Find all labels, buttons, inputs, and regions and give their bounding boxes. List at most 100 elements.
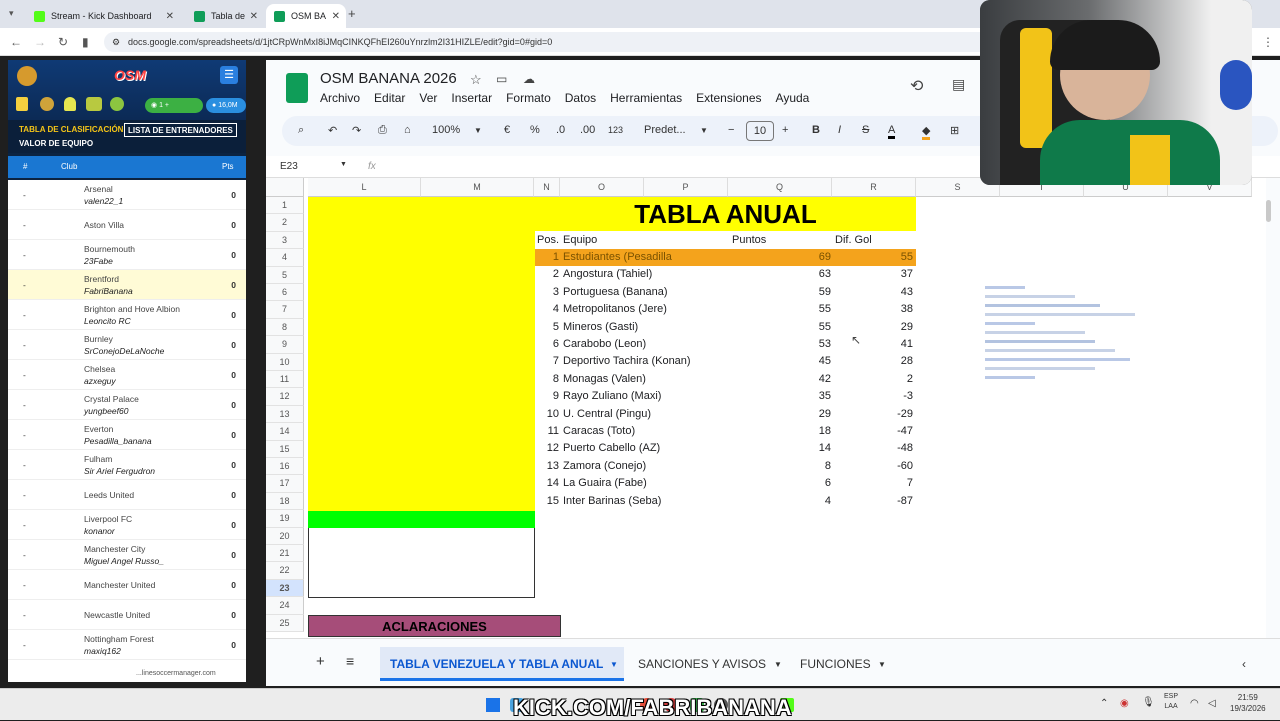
table-row[interactable]: - Manchester United 0 xyxy=(8,570,246,600)
number-format-button[interactable]: 123 xyxy=(608,125,623,135)
header-team[interactable]: Equipo xyxy=(563,232,597,249)
team-pos[interactable]: 13 xyxy=(535,458,559,475)
menu-ayuda[interactable]: Ayuda xyxy=(776,91,810,105)
standings-row[interactable]: 4 Metropolitanos (Jere) 55 38 xyxy=(535,301,916,318)
history-icon[interactable]: ⟲ xyxy=(910,76,923,96)
table-row[interactable]: - Brighton and Hove Albion Leoncito RC 0 xyxy=(8,300,246,330)
standings-row[interactable]: 1 Estudiantes (Pesadilla 69 55 xyxy=(535,249,916,266)
club-name[interactable]: Manchester United xyxy=(84,580,155,590)
team-diff[interactable]: 28 xyxy=(835,353,913,370)
team-points[interactable]: 45 xyxy=(735,353,831,370)
close-icon[interactable]: ✕ xyxy=(250,11,258,22)
table-row[interactable]: - Brentford FabriBanana 0 xyxy=(8,270,246,300)
manager-name[interactable]: Miguel Angel Russo_ xyxy=(84,556,164,566)
team-pos[interactable]: 11 xyxy=(535,423,559,440)
clock[interactable]: 21:59 19/3/2026 xyxy=(1230,692,1266,714)
team-pos[interactable]: 9 xyxy=(535,388,559,405)
table-row[interactable]: - Burnley SrConejoDeLaNoche 0 xyxy=(8,330,246,360)
standings-row[interactable]: 11 Caracas (Toto) 18 -47 xyxy=(535,423,916,440)
club-name[interactable]: Burnley xyxy=(84,334,113,344)
club-name[interactable]: Manchester City xyxy=(84,544,145,554)
undo-icon[interactable]: ↶ xyxy=(328,124,337,137)
team-points[interactable]: 55 xyxy=(735,301,831,318)
team-diff[interactable]: -60 xyxy=(835,458,913,475)
team-name[interactable]: Carabobo (Leon) xyxy=(563,336,646,353)
menu-herramientas[interactable]: Herramientas xyxy=(610,91,682,105)
volume-icon[interactable]: ◁ xyxy=(1208,698,1216,709)
font-size-input[interactable]: 10 xyxy=(746,121,774,141)
row-header[interactable]: 21 xyxy=(266,545,304,563)
avatar[interactable] xyxy=(17,66,37,86)
team-pos[interactable]: 14 xyxy=(535,475,559,492)
team-name[interactable]: Mineros (Gasti) xyxy=(563,319,638,336)
tab-valor-equipo[interactable]: VALOR DE EQUIPO xyxy=(16,137,96,151)
team-points[interactable]: 18 xyxy=(735,423,831,440)
trophy-icon[interactable] xyxy=(16,97,28,111)
name-box[interactable]: E23 xyxy=(280,161,298,172)
chevron-down-icon[interactable]: ▼ xyxy=(474,126,482,135)
star-icon[interactable]: ☆ xyxy=(470,72,482,88)
row-header[interactable]: 24 xyxy=(266,597,304,615)
team-diff[interactable]: 43 xyxy=(835,284,913,301)
club-name[interactable]: Brighton and Hove Albion xyxy=(84,304,180,314)
team-diff[interactable]: 29 xyxy=(835,319,913,336)
row-header[interactable]: 19 xyxy=(266,510,304,528)
team-name[interactable]: Puerto Cabello (AZ) xyxy=(563,440,660,457)
row-header[interactable]: 23 xyxy=(266,579,304,598)
row-header[interactable]: 17 xyxy=(266,475,304,493)
table-title[interactable]: TABLA ANUAL xyxy=(535,197,916,231)
standings-row[interactable]: 15 Inter Barinas (Seba) 4 -87 xyxy=(535,493,916,510)
team-points[interactable]: 59 xyxy=(735,284,831,301)
manager-name[interactable]: 23Fabe xyxy=(84,256,113,266)
strikethrough-icon[interactable]: S xyxy=(862,124,869,136)
club-name[interactable]: Everton xyxy=(84,424,113,434)
chevron-down-icon[interactable]: ▼ xyxy=(700,126,708,135)
manager-name[interactable]: Leoncito RC xyxy=(84,316,131,326)
team-diff[interactable]: -87 xyxy=(835,493,913,510)
reload-icon[interactable]: ↻ xyxy=(58,35,68,49)
team-pos[interactable]: 4 xyxy=(535,301,559,318)
team-points[interactable]: 14 xyxy=(735,440,831,457)
header-diff[interactable]: Dif. Gol xyxy=(835,232,872,249)
team-pos[interactable]: 10 xyxy=(535,406,559,423)
row-header[interactable]: 10 xyxy=(266,353,304,371)
row-header[interactable]: 6 xyxy=(266,284,304,302)
team-name[interactable]: U. Central (Pingu) xyxy=(563,406,651,423)
team-diff[interactable]: 2 xyxy=(835,371,913,388)
club-name[interactable]: Brentford xyxy=(84,274,119,284)
table-row[interactable]: - Liverpool FC konanor 0 xyxy=(8,510,246,540)
standings-row[interactable]: 3 Portuguesa (Banana) 59 43 xyxy=(535,284,916,301)
menu-editar[interactable]: Editar xyxy=(374,91,405,105)
column-header[interactable]: O xyxy=(560,178,644,197)
windows-start-icon[interactable] xyxy=(486,698,500,712)
paint-format-icon[interactable]: ⌂ xyxy=(404,124,411,136)
team-diff[interactable]: 41 xyxy=(835,336,913,353)
close-icon[interactable]: ✕ xyxy=(166,11,174,22)
table-row[interactable]: - Everton Pesadilla_banana 0 xyxy=(8,420,246,450)
standings-row[interactable]: 2 Angostura (Tahiel) 63 37 xyxy=(535,266,916,283)
chevron-left-icon[interactable]: ‹ xyxy=(1242,657,1246,671)
club-name[interactable]: Liverpool FC xyxy=(84,514,132,524)
manager-name[interactable]: konanor xyxy=(84,526,115,536)
font-size-decrease-icon[interactable]: − xyxy=(728,124,734,136)
money-chip[interactable]: ● 16,0M xyxy=(206,98,246,113)
team-points[interactable]: 8 xyxy=(735,458,831,475)
chevron-down-icon[interactable]: ▼ xyxy=(340,161,347,168)
vertical-scrollbar[interactable] xyxy=(1266,200,1271,222)
team-points[interactable]: 4 xyxy=(735,493,831,510)
team-name[interactable]: Monagas (Valen) xyxy=(563,371,646,388)
bold-button[interactable]: B xyxy=(812,124,820,136)
badge-icon[interactable] xyxy=(40,97,54,111)
team-pos[interactable]: 15 xyxy=(535,493,559,510)
team-points[interactable]: 29 xyxy=(735,406,831,423)
manager-name[interactable]: azxeguy xyxy=(84,376,116,386)
standings-row[interactable]: 10 U. Central (Pingu) 29 -29 xyxy=(535,406,916,423)
aclaraciones-banner[interactable]: ACLARACIONES xyxy=(308,615,561,637)
new-tab-icon[interactable]: + xyxy=(348,6,356,21)
team-diff[interactable]: 55 xyxy=(835,249,913,266)
row-header[interactable]: 12 xyxy=(266,388,304,406)
menu-insertar[interactable]: Insertar xyxy=(451,91,492,105)
extension-icon[interactable]: ▮ xyxy=(82,35,89,49)
row-header[interactable]: 5 xyxy=(266,266,304,284)
stadium-icon[interactable] xyxy=(86,97,102,111)
